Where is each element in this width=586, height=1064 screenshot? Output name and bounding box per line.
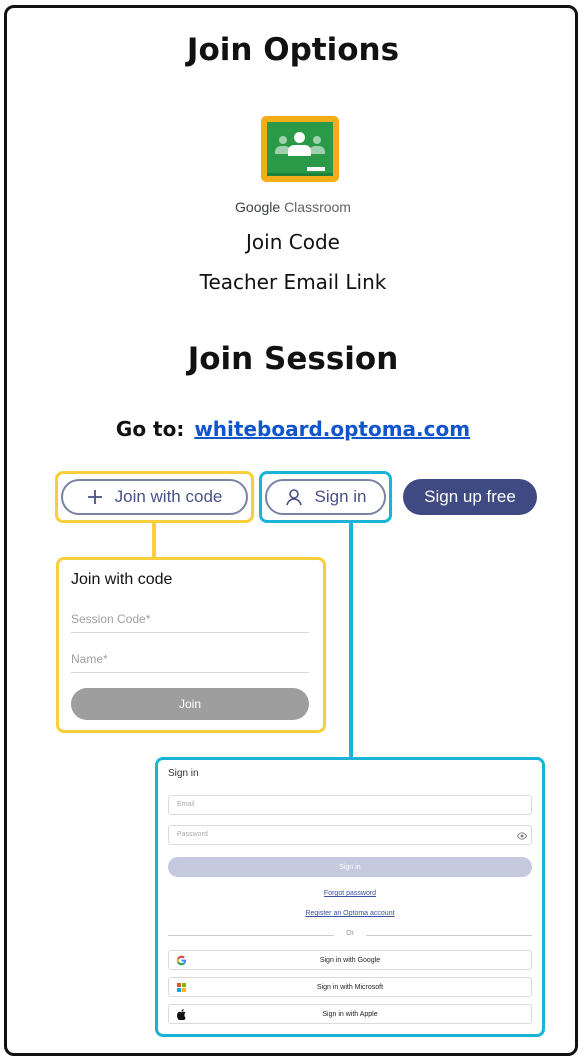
session-code-input[interactable]: Session Code* bbox=[71, 612, 150, 626]
apple-label: Sign in with Apple bbox=[322, 1010, 378, 1018]
sign-up-free-button[interactable]: Sign up free bbox=[403, 479, 537, 515]
goto-label: Go to: bbox=[115, 417, 185, 441]
google-label: Sign in with Google bbox=[319, 956, 381, 964]
or-label: Or bbox=[346, 930, 354, 937]
sign-in-with-google-button[interactable]: Sign in with Google bbox=[168, 950, 532, 970]
eye-icon[interactable] bbox=[517, 830, 527, 848]
signin-connector-line bbox=[349, 523, 353, 758]
session-code-underline bbox=[71, 632, 309, 633]
sign-in-with-apple-button[interactable]: Sign in with Apple bbox=[168, 1004, 532, 1024]
option-join-code: Join Code bbox=[246, 230, 340, 254]
goto-line: Go to: whiteboard.optoma.com bbox=[0, 417, 586, 441]
or-divider: Or bbox=[168, 930, 532, 940]
join-connector-line bbox=[152, 523, 156, 558]
user-icon bbox=[285, 488, 303, 506]
name-input[interactable]: Name* bbox=[71, 652, 108, 666]
sign-in-label: Sign in bbox=[314, 487, 367, 506]
google-icon bbox=[175, 954, 187, 966]
whiteboard-url-link[interactable]: whiteboard.optoma.com bbox=[194, 417, 470, 441]
forgot-password-link[interactable]: Forgot password bbox=[150, 890, 550, 897]
join-button[interactable]: Join bbox=[71, 688, 309, 720]
join-session-heading: Join Session bbox=[187, 341, 399, 377]
join-options-heading: Join Options bbox=[186, 32, 400, 68]
join-with-code-label: Join with code bbox=[114, 487, 223, 506]
google-classroom-logo-icon bbox=[261, 116, 339, 182]
password-placeholder: Password bbox=[177, 831, 208, 838]
option-teacher-email-link: Teacher Email Link bbox=[199, 270, 387, 294]
plus-icon bbox=[87, 489, 103, 505]
signin-card-title: Sign in bbox=[168, 768, 199, 779]
sign-in-with-microsoft-button[interactable]: Sign in with Microsoft bbox=[168, 977, 532, 997]
email-field[interactable]: Email bbox=[168, 795, 532, 815]
join-card-title: Join with code bbox=[71, 571, 173, 588]
password-field[interactable]: Password bbox=[168, 825, 532, 845]
signin-submit-button[interactable]: Sign in bbox=[168, 857, 532, 877]
name-underline bbox=[71, 672, 309, 673]
register-link[interactable]: Register an Optoma account bbox=[150, 910, 550, 917]
google-classroom-wordmark: Google Classroom bbox=[235, 199, 351, 215]
microsoft-icon bbox=[175, 981, 187, 993]
join-with-code-button[interactable]: Join with code bbox=[61, 479, 248, 515]
apple-icon bbox=[175, 1008, 187, 1020]
microsoft-label: Sign in with Microsoft bbox=[316, 983, 384, 991]
sign-in-button[interactable]: Sign in bbox=[265, 479, 386, 515]
